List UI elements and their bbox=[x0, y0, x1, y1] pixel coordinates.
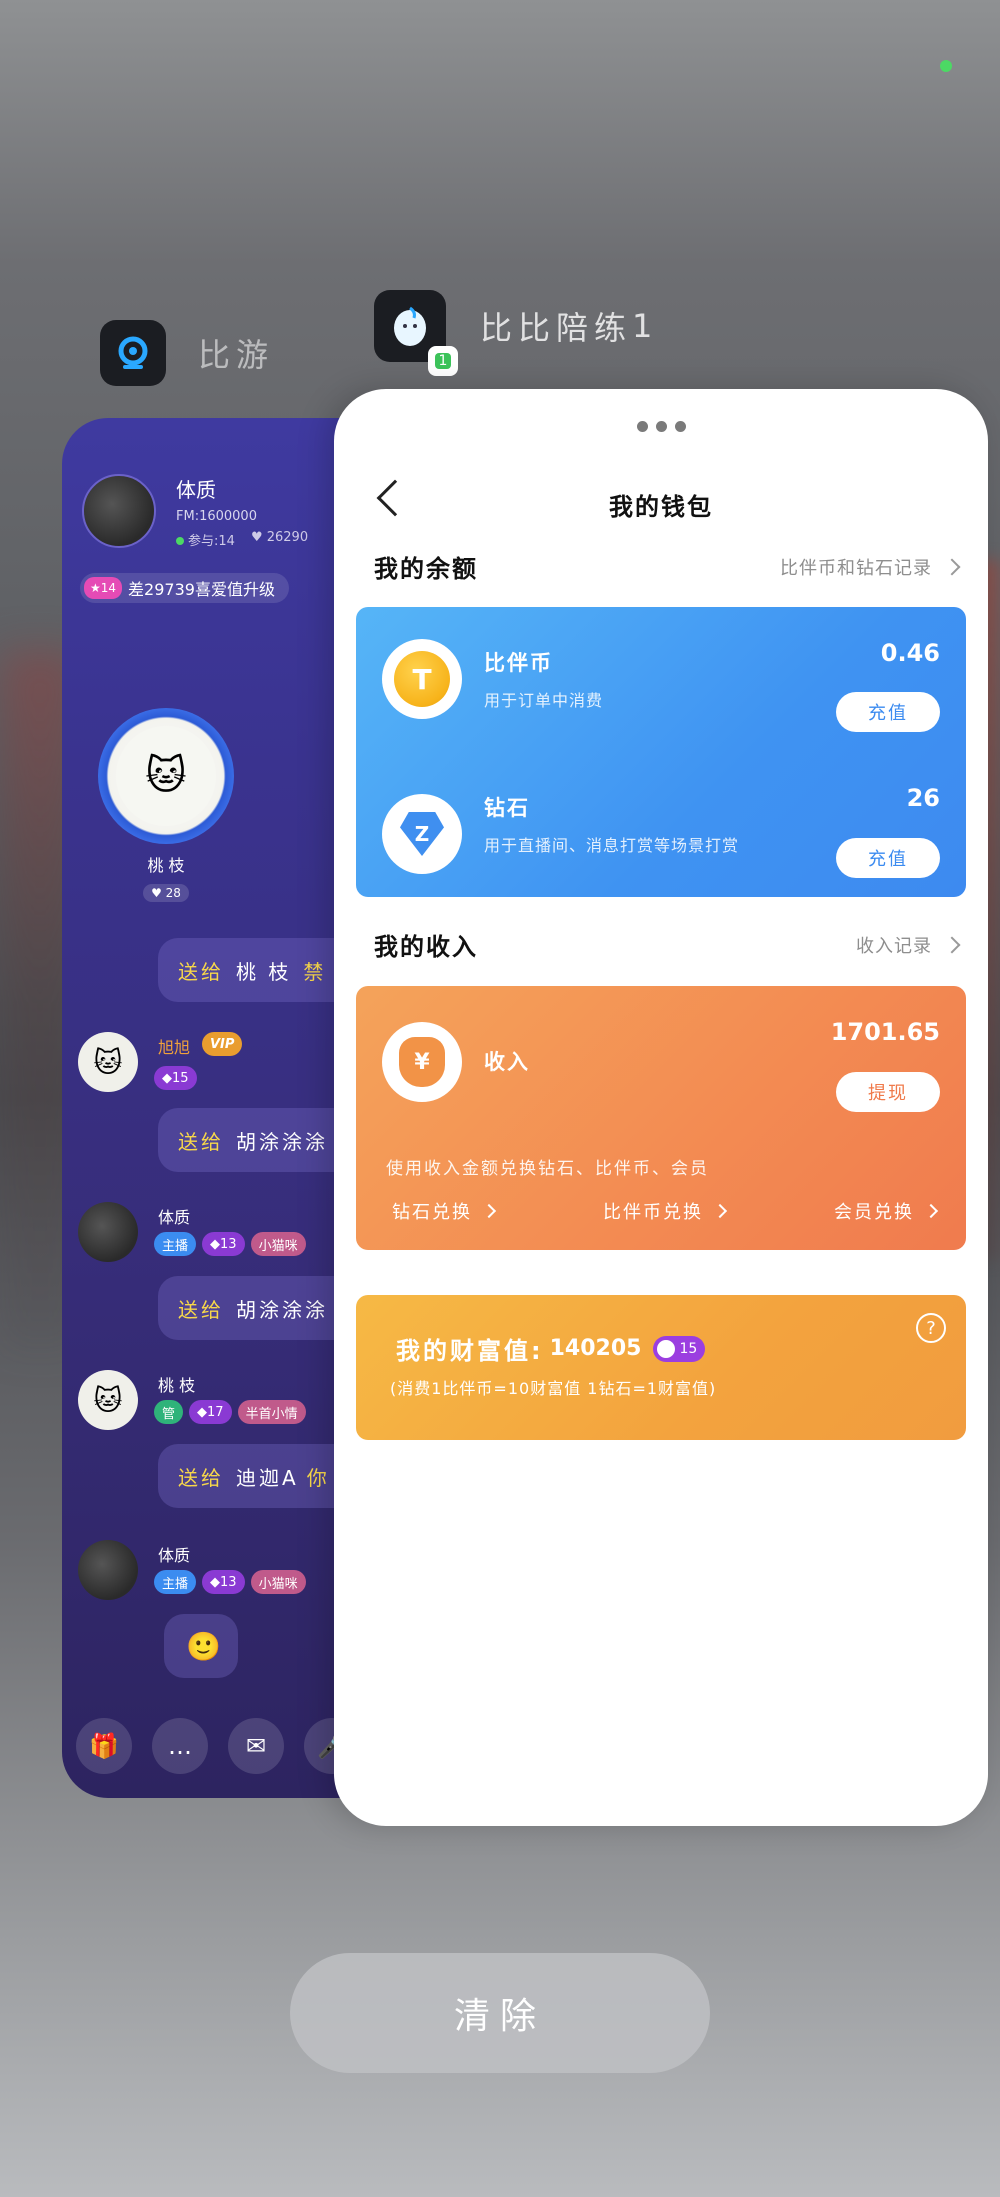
level-tag: ◆ 15 bbox=[154, 1066, 197, 1090]
host-tag: 主播 bbox=[154, 1232, 197, 1256]
online-dot-icon bbox=[176, 537, 184, 545]
diamond-amount: 26 bbox=[906, 784, 940, 812]
emoji-message: 🙂 bbox=[164, 1614, 238, 1678]
mail-icon[interactable]: ✉ bbox=[228, 1718, 284, 1774]
clone-badge-number: 1 bbox=[434, 353, 452, 369]
diamond-level-icon bbox=[657, 1339, 676, 1358]
income-label: 收入 bbox=[484, 1050, 530, 1074]
wealth-number: 140205 bbox=[549, 1336, 642, 1361]
vip-badge: VIP bbox=[202, 1032, 243, 1056]
section-title: 我的收入 bbox=[374, 933, 478, 961]
coin-icon: T bbox=[382, 639, 462, 719]
diamond-icon: Z bbox=[382, 794, 462, 874]
vip-exchange-link[interactable]: 会员兑换 bbox=[834, 1198, 939, 1224]
diamond-row: Z 钻石 用于直播间、消息打赏等场景打赏 26 充值 bbox=[356, 752, 966, 897]
app-icon-bibi[interactable]: 1 bbox=[374, 290, 458, 376]
wealth-formula: (消费1比伴币=10财富值 1钻石=1财富值) bbox=[390, 1379, 717, 1398]
mic-seat[interactable]: 🐱 桃 枝 ♥ 28 bbox=[98, 708, 234, 902]
fan-tag: 半首小情 bbox=[237, 1400, 306, 1424]
more-options-icon[interactable] bbox=[334, 417, 988, 436]
diamond-exchange-link[interactable]: 钻石兑换 bbox=[392, 1198, 497, 1224]
section-title: 我的余额 bbox=[374, 555, 478, 583]
app-name: 比游 bbox=[198, 336, 275, 374]
hearts: ♥ 26290 bbox=[250, 530, 309, 545]
chat-avatar[interactable]: 🐱 bbox=[78, 1370, 138, 1430]
seat-name: 桃 枝 bbox=[147, 856, 185, 875]
chat-avatar[interactable]: 🐱 bbox=[78, 1032, 138, 1092]
participants: 参与:14 bbox=[176, 530, 235, 549]
income-records-link[interactable]: 收入记录 bbox=[856, 932, 961, 958]
coin-desc: 用于订单中消费 bbox=[484, 691, 604, 710]
balance-section-header: 我的余额 比伴币和钻石记录 bbox=[374, 549, 961, 584]
fan-tag: 小猫咪 bbox=[250, 1570, 306, 1594]
income-card: ¥ 收入 1701.65 提现 使用收入金额兑换钻石、比伴币、会员 钻石兑换 比… bbox=[356, 986, 966, 1250]
host-name: 体质 bbox=[176, 478, 216, 502]
clone-badge: 1 bbox=[428, 346, 458, 376]
seat-avatar: 🐱 bbox=[116, 726, 216, 826]
chat-icon[interactable]: … bbox=[152, 1718, 208, 1774]
income-amount: 1701.65 bbox=[830, 1018, 940, 1046]
level-tag: ◆ 17 bbox=[189, 1400, 232, 1424]
income-section-header: 我的收入 收入记录 bbox=[374, 927, 961, 962]
diamond-recharge-button[interactable]: 充值 bbox=[836, 838, 940, 878]
bibi-logo-icon bbox=[394, 306, 426, 346]
income-note: 使用收入金额兑换钻石、比伴币、会员 bbox=[386, 1159, 709, 1179]
clear-all-button[interactable]: 清除 bbox=[290, 1953, 710, 2073]
recent-app-card-bibi[interactable]: 我的钱包 我的余额 比伴币和钻石记录 T 比伴币 用于订单中消费 0.46 充值… bbox=[334, 389, 988, 1826]
wealth-level-badge: 15 bbox=[653, 1335, 706, 1362]
balance-records-link[interactable]: 比伴币和钻石记录 bbox=[780, 554, 961, 580]
app-instance-number: 1 bbox=[632, 307, 659, 345]
chat-username: 旭旭 bbox=[158, 1038, 191, 1057]
wealth-card[interactable]: 我的财富值: 140205 15 (消费1比伴币=10财富值 1钻石=1财富值)… bbox=[356, 1295, 966, 1440]
coin-row: T 比伴币 用于订单中消费 0.46 充值 bbox=[356, 607, 966, 752]
chat-username: 体质 bbox=[158, 1208, 191, 1227]
level-badge: ★ 14 bbox=[84, 577, 123, 599]
room-toolbar: 🎁 … ✉ 🎤 bbox=[76, 1718, 360, 1774]
money-bag-icon: ¥ bbox=[382, 1022, 462, 1102]
diamond-label: 钻石 bbox=[484, 796, 530, 820]
wealth-value: 我的财富值: 140205 15 bbox=[396, 1331, 706, 1366]
host-avatar[interactable] bbox=[82, 474, 156, 548]
chevron-right-icon bbox=[943, 558, 961, 575]
wealth-label: 我的财富值: bbox=[396, 1337, 544, 1365]
app-icon-biyou[interactable] bbox=[100, 320, 166, 386]
chat-avatar[interactable] bbox=[78, 1202, 138, 1262]
help-icon[interactable]: ? bbox=[916, 1313, 946, 1343]
app-name: 比比陪练 bbox=[480, 309, 633, 347]
admin-tag: 管 bbox=[154, 1400, 184, 1424]
chat-username: 桃 枝 bbox=[158, 1376, 196, 1395]
coin-recharge-button[interactable]: 充值 bbox=[836, 692, 940, 732]
privacy-indicator-dot bbox=[940, 60, 952, 72]
seat-hearts: ♥ 28 bbox=[143, 884, 189, 902]
exchange-links: 钻石兑换 比伴币兑换 会员兑换 bbox=[392, 1198, 939, 1224]
gift-box-icon[interactable]: 🎁 bbox=[76, 1718, 132, 1774]
room-fm: FM:1600000 bbox=[176, 509, 257, 524]
coin-label: 比伴币 bbox=[484, 651, 553, 675]
smile-emoji-icon: 🙂 bbox=[186, 1629, 224, 1663]
chat-avatar[interactable] bbox=[78, 1540, 138, 1600]
chat-username: 体质 bbox=[158, 1546, 191, 1565]
chevron-right-icon bbox=[712, 1203, 728, 1219]
host-tag: 主播 bbox=[154, 1570, 197, 1594]
upgrade-text: 差29739喜爱值升级 bbox=[128, 580, 275, 599]
balance-card: T 比伴币 用于订单中消费 0.46 充值 Z 钻石 用于直播间、消息打赏等场景… bbox=[356, 607, 966, 897]
chevron-right-icon bbox=[923, 1203, 939, 1219]
page-title: 我的钱包 bbox=[609, 493, 713, 521]
room-header: 体质 FM:1600000 参与:14 ♥ 26290 bbox=[82, 474, 308, 549]
seat-avatar-ring: 🐱 bbox=[98, 708, 234, 844]
withdraw-button[interactable]: 提现 bbox=[836, 1072, 940, 1112]
app-label-left[interactable]: 比游 bbox=[100, 320, 274, 386]
diamond-desc: 用于直播间、消息打赏等场景打赏 bbox=[484, 836, 740, 855]
level-tag: ◆ 13 bbox=[202, 1232, 245, 1256]
coin-exchange-link[interactable]: 比伴币兑换 bbox=[603, 1198, 728, 1224]
level-tag: ◆ 13 bbox=[202, 1570, 245, 1594]
app-label-right[interactable]: 1 比比陪练 1 bbox=[374, 290, 659, 376]
biyou-logo-icon bbox=[118, 336, 148, 369]
coin-amount: 0.46 bbox=[880, 639, 940, 667]
chevron-right-icon bbox=[943, 936, 961, 953]
upgrade-progress[interactable]: ★ 14 差29739喜爱值升级 bbox=[80, 573, 289, 603]
fan-tag: 小猫咪 bbox=[250, 1232, 306, 1256]
chevron-right-icon bbox=[481, 1203, 497, 1219]
